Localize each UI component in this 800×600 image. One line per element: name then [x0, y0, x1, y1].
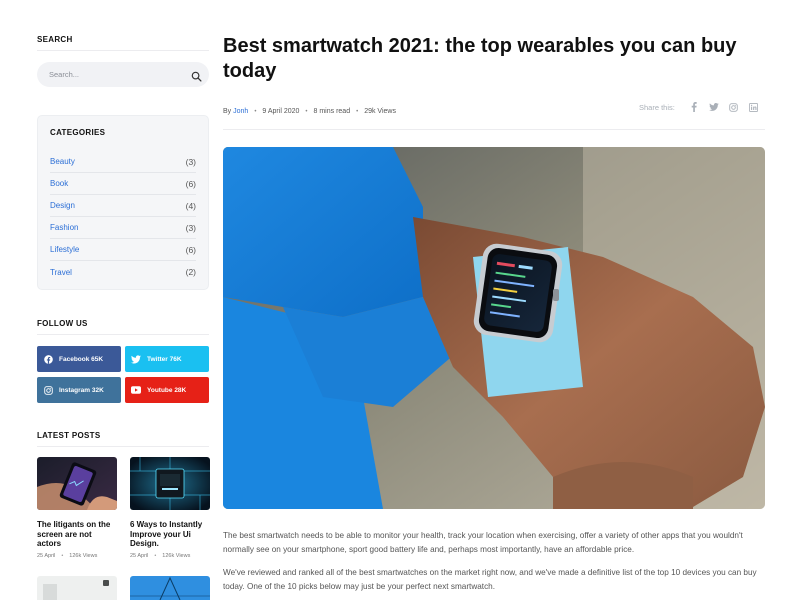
article-meta: By Jonh • 9 April 2020 • 8 mins read • 2… — [223, 108, 396, 115]
category-link[interactable]: Design — [50, 201, 75, 210]
facebook-icon — [43, 354, 53, 364]
latest-post[interactable] — [37, 576, 117, 600]
category-item[interactable]: Beauty (3) — [50, 151, 196, 173]
linkedin-icon[interactable] — [749, 102, 759, 112]
divider — [223, 129, 765, 130]
post-meta: 25 April • 126k Views — [130, 553, 210, 559]
post-title[interactable]: The litigants on the screen are not acto… — [37, 520, 117, 549]
article-paragraph: The best smartwatch needs to be able to … — [223, 531, 743, 554]
category-count: (3) — [185, 222, 196, 233]
category-item[interactable]: Fashion (3) — [50, 217, 196, 239]
article-title: Best smartwatch 2021: the top wearables … — [223, 35, 737, 82]
divider — [37, 446, 209, 447]
category-link[interactable]: Travel — [50, 268, 72, 277]
latest-post[interactable]: The litigants on the screen are not acto… — [37, 457, 117, 559]
post-thumbnail[interactable] — [130, 457, 210, 510]
meta-by: By Jonh — [223, 108, 248, 115]
post-views: 126k Views — [69, 552, 98, 559]
twitter-button[interactable]: Twitter 76K — [125, 346, 209, 372]
category-item[interactable]: Design (4) — [50, 195, 196, 217]
category-link[interactable]: Fashion — [50, 223, 78, 232]
view-count: 29k Views — [364, 108, 396, 115]
follow-us-title: FOLLOW US — [37, 319, 88, 328]
instagram-icon[interactable] — [729, 102, 739, 112]
facebook-icon[interactable] — [689, 102, 699, 112]
twitter-label: Twitter 76K — [147, 355, 182, 363]
category-link[interactable]: Lifestyle — [50, 245, 79, 254]
search-widget-title: SEARCH — [37, 35, 73, 44]
youtube-label: Youtube 28K — [147, 386, 187, 394]
publish-date: 9 April 2020 — [262, 108, 300, 115]
category-item[interactable]: Book (6) — [50, 173, 196, 195]
search-box[interactable] — [37, 62, 209, 87]
youtube-button[interactable]: Youtube 28K — [125, 377, 209, 403]
facebook-label: Facebook 65K — [59, 355, 104, 363]
post-date: 25 April — [37, 552, 56, 559]
post-thumbnail[interactable] — [37, 576, 117, 600]
separator-dot: • — [305, 108, 308, 115]
category-item[interactable]: Travel (2) — [50, 261, 196, 283]
instagram-icon — [43, 385, 53, 395]
post-thumbnail[interactable] — [37, 457, 117, 510]
post-title[interactable]: 6 Ways to Instantly Improve your Ui Desi… — [130, 520, 210, 549]
latest-post[interactable] — [130, 576, 210, 600]
post-thumbnail[interactable] — [130, 576, 210, 600]
categories-widget: CATEGORIES Beauty (3) Book (6) Design (4) F… — [37, 115, 209, 290]
article-paragraph: We've reviewed and ranked all of the bes… — [223, 568, 757, 591]
post-views: 126k Views — [162, 552, 191, 559]
search-input[interactable] — [49, 62, 179, 87]
category-count: (4) — [185, 200, 196, 211]
category-link[interactable]: Book — [50, 179, 68, 188]
category-count: (6) — [185, 178, 196, 189]
share-bar: Share this: — [639, 102, 759, 112]
latest-posts-title: LATEST POSTS — [37, 431, 101, 440]
author-link[interactable]: Jonh — [233, 108, 248, 115]
categories-title: CATEGORIES — [50, 128, 106, 137]
latest-post[interactable]: 6 Ways to Instantly Improve your Ui Desi… — [130, 457, 210, 559]
categories-list: Beauty (3) Book (6) Design (4) Fashion (3) L… — [50, 151, 196, 283]
twitter-icon — [131, 354, 141, 364]
share-label: Share this: — [639, 102, 675, 112]
youtube-icon — [131, 385, 141, 395]
by-label: By — [223, 108, 232, 115]
category-count: (2) — [185, 267, 196, 277]
read-time: 8 mins read — [313, 108, 351, 115]
category-link[interactable]: Beauty — [50, 157, 75, 166]
post-meta: 25 April • 126k Views — [37, 553, 117, 559]
instagram-label: Instagram 32K — [59, 386, 104, 394]
facebook-button[interactable]: Facebook 65K — [37, 346, 121, 372]
category-count: (6) — [185, 244, 196, 255]
divider — [37, 50, 209, 51]
divider — [37, 334, 209, 335]
category-count: (3) — [185, 156, 196, 167]
search-icon[interactable] — [191, 69, 202, 82]
separator-dot: • — [356, 108, 359, 115]
featured-image — [223, 147, 765, 509]
separator-dot: • — [254, 108, 257, 115]
twitter-icon[interactable] — [709, 102, 719, 112]
post-date: 25 April — [130, 552, 149, 559]
category-item[interactable]: Lifestyle (6) — [50, 239, 196, 261]
separator-dot: • — [61, 552, 64, 559]
separator-dot: • — [154, 552, 157, 559]
instagram-button[interactable]: Instagram 32K — [37, 377, 121, 403]
